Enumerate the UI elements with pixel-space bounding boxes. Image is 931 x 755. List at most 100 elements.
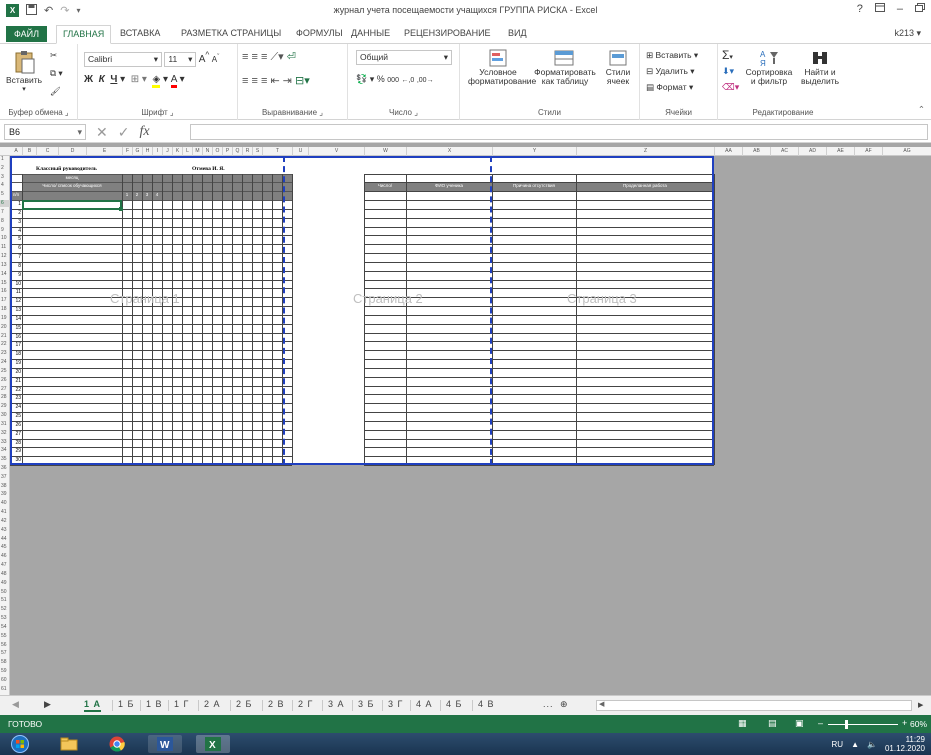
column-header[interactable]: I (152, 147, 162, 156)
autosum-icon[interactable]: Σ▾ (722, 48, 733, 62)
fill-color-icon[interactable]: ◈ (152, 74, 161, 88)
column-header[interactable]: J (162, 147, 172, 156)
font-name-select[interactable]: Calibri ▾ (84, 52, 162, 68)
column-header[interactable]: R (242, 147, 252, 156)
row-header[interactable]: 52 (0, 606, 10, 613)
currency-icon[interactable]: 💱 ▾ (356, 74, 374, 84)
sheet-tab[interactable]: 3 Б (358, 699, 374, 709)
underline-button[interactable]: Ч (110, 74, 117, 85)
sheet-tab[interactable]: 4 В (478, 699, 495, 709)
help-icon[interactable]: ? (857, 3, 863, 15)
tab-home[interactable]: ГЛАВНАЯ (56, 25, 112, 44)
sort-filter-button[interactable]: АЯ Сортировка и фильтр (744, 48, 794, 86)
column-header[interactable]: M (192, 147, 202, 156)
row-header[interactable]: 18 (0, 306, 10, 313)
column-header[interactable]: Y (492, 147, 576, 156)
sheet-tab[interactable]: 2 Г (298, 699, 313, 709)
wrap-text-icon[interactable]: ⏎ (287, 51, 296, 63)
cell-styles-button[interactable]: Стили ячеек (600, 48, 636, 86)
borders-icon[interactable]: ⊞ ▾ (131, 74, 147, 85)
column-header[interactable]: F (122, 147, 132, 156)
sheet-tab[interactable]: 2 Б (236, 699, 252, 709)
page-break-view-icon[interactable]: ▣ (795, 718, 804, 729)
conditional-formatting-button[interactable]: Условное форматирование (468, 48, 536, 86)
row-header[interactable]: 14 (0, 271, 10, 278)
row-header[interactable]: 26 (0, 377, 10, 384)
volume-icon[interactable]: 🔈 (867, 740, 877, 749)
row-header[interactable]: 59 (0, 668, 10, 675)
decrease-decimal-icon[interactable]: ,00→ (417, 77, 434, 84)
row-header[interactable]: 51 (0, 597, 10, 604)
row-header[interactable]: 32 (0, 430, 10, 437)
fill-handle[interactable] (119, 206, 123, 211)
row-header[interactable]: 7 (0, 209, 10, 216)
row-header[interactable]: 19 (0, 315, 10, 322)
row-header[interactable]: 15 (0, 280, 10, 287)
column-header[interactable]: N (202, 147, 212, 156)
tray-expand-icon[interactable]: ▲ (851, 740, 859, 749)
percent-button[interactable]: % (377, 74, 385, 84)
merge-center-icon[interactable]: ⊟▾ (295, 75, 310, 87)
row-header[interactable]: 20 (0, 324, 10, 331)
column-header[interactable]: G (132, 147, 142, 156)
restore-button[interactable] (915, 3, 925, 15)
row-header[interactable]: 33 (0, 439, 10, 446)
row-header[interactable]: 17 (0, 297, 10, 304)
column-header[interactable]: H (142, 147, 152, 156)
row-header[interactable]: 21 (0, 333, 10, 340)
minimize-button[interactable]: – (897, 3, 903, 15)
align-middle-icon[interactable]: ≡ (251, 51, 257, 63)
column-header[interactable]: E (86, 147, 122, 156)
column-header[interactable]: P (222, 147, 232, 156)
row-header[interactable]: 8 (0, 218, 10, 225)
column-header[interactable]: S (252, 147, 262, 156)
column-header[interactable]: X (406, 147, 492, 156)
sheet-tab[interactable]: 3 Г (388, 699, 403, 709)
row-header[interactable]: 55 (0, 633, 10, 640)
row-header[interactable]: 54 (0, 624, 10, 631)
language-indicator[interactable]: RU (832, 740, 844, 749)
row-header[interactable]: 29 (0, 403, 10, 410)
row-header[interactable]: 30 (0, 412, 10, 419)
row-header[interactable]: 36 (0, 465, 10, 472)
clear-icon[interactable]: ⌫▾ (722, 82, 739, 93)
row-header[interactable]: 9 (0, 227, 10, 234)
collapse-ribbon-icon[interactable]: ⌃ (918, 104, 925, 115)
tab-insert[interactable]: ВСТАВКА (114, 25, 166, 44)
align-right-icon[interactable]: ≡ (261, 75, 267, 87)
row-header[interactable]: 27 (0, 386, 10, 393)
align-left-icon[interactable]: ≡ (242, 75, 248, 87)
font-size-select[interactable]: 11 ▾ (164, 52, 197, 68)
sheet-tab[interactable]: 1 Г (174, 699, 189, 709)
row-header[interactable]: 34 (0, 447, 10, 454)
row-header[interactable]: 16 (0, 288, 10, 295)
formula-input[interactable] (190, 124, 928, 140)
row-header[interactable]: 48 (0, 571, 10, 578)
insert-function-icon[interactable]: fx (139, 124, 149, 140)
ribbon-display-icon[interactable] (874, 3, 885, 15)
scroll-right-icon[interactable]: ▶ (918, 701, 924, 709)
row-header[interactable]: 56 (0, 642, 10, 649)
increase-indent-icon[interactable]: ⇥ (283, 75, 292, 87)
sheet-tab[interactable]: 2 А (204, 699, 221, 709)
column-header[interactable]: AC (770, 147, 798, 156)
paste-button[interactable]: Вставить ▾ (6, 50, 42, 93)
user-account[interactable]: k213 ▾ (894, 28, 921, 39)
row-header[interactable]: 23 (0, 350, 10, 357)
clock[interactable]: 11:29 01.12.2020 (885, 735, 925, 753)
tab-formulas[interactable]: ФОРМУЛЫ (290, 25, 349, 44)
shrink-font-icon[interactable]: Aˇ (212, 54, 220, 65)
grow-font-icon[interactable]: A^ (199, 50, 210, 65)
column-header[interactable]: Q (232, 147, 242, 156)
format-as-table-button[interactable]: Форматировать как таблицу (534, 48, 596, 86)
row-header[interactable]: 35 (0, 456, 10, 463)
column-header[interactable]: O (212, 147, 222, 156)
tab-view[interactable]: ВИД (502, 25, 533, 44)
sheet-tab[interactable]: 2 В (268, 699, 285, 709)
column-header[interactable]: AB (742, 147, 770, 156)
sheet-tab[interactable]: 4 А (416, 699, 433, 709)
find-select-button[interactable]: Найти и выделить (796, 48, 844, 86)
next-sheet-icon[interactable]: ▶ (44, 699, 52, 710)
format-painter-icon[interactable]: 🖌 (50, 86, 61, 97)
zoom-slider[interactable] (828, 724, 898, 725)
